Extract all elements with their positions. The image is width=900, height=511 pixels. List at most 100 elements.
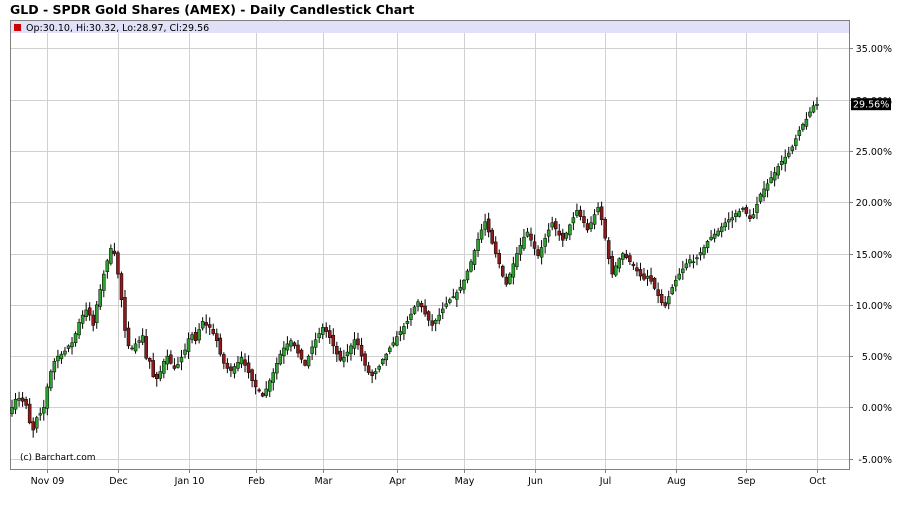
candle-body: [603, 219, 607, 239]
candle-body: [278, 353, 283, 365]
y-tick-label: 35.00%: [856, 44, 892, 55]
candle-body: [186, 338, 191, 352]
candle-body: [448, 299, 452, 303]
candle-body: [236, 362, 240, 369]
candle-body: [592, 214, 597, 225]
x-axis-labels: Nov 09 Dec Jan 10 Feb Mar Apr May Jun Jul Aug Sep O…: [31, 476, 826, 487]
candle: [123, 289, 127, 338]
candle-body: [190, 334, 194, 340]
candle-body: [34, 417, 39, 429]
candle-body: [144, 336, 148, 359]
candle-body: [723, 222, 727, 228]
candle-body: [656, 289, 660, 296]
candle-body: [677, 273, 682, 280]
chart-credit: (c) Barchart.com: [20, 453, 96, 463]
candle-body: [702, 247, 706, 255]
candle-body: [525, 231, 530, 237]
candle-body: [419, 303, 424, 308]
candle-body: [70, 342, 74, 348]
candle-body: [808, 111, 812, 117]
candle-body: [211, 329, 215, 334]
candle-body: [606, 240, 611, 259]
candle-body: [416, 301, 420, 307]
candle-body: [557, 230, 562, 236]
candle-body: [412, 306, 417, 314]
candle-body: [13, 398, 18, 410]
candle-body: [63, 350, 67, 355]
candle-body: [275, 363, 279, 374]
candle-body: [352, 339, 357, 349]
candle-body: [193, 331, 198, 342]
candle-body: [253, 379, 258, 388]
y-tick-label: 20.00%: [856, 198, 892, 209]
candle-body: [207, 324, 212, 328]
candle-body: [73, 333, 78, 343]
candle-body: [426, 311, 431, 321]
candle-body: [126, 327, 131, 347]
candle-body: [328, 330, 332, 338]
x-tick-label: Sep: [738, 476, 756, 487]
x-tick-label: Nov 09: [31, 476, 65, 487]
candle-body: [384, 353, 389, 361]
candle-body: [405, 321, 410, 324]
candle-body: [176, 364, 180, 368]
candle-body: [762, 188, 766, 198]
candle-body: [741, 208, 745, 210]
candle-body: [324, 327, 328, 332]
candle-body: [659, 294, 664, 304]
candle-body: [444, 303, 449, 307]
last-value-label: 29.56%: [853, 100, 889, 111]
candle-body: [772, 172, 777, 181]
legend-ohlc-text: Op:30.10, Hi:30.32, Lo:28.97, Cl:29.56: [26, 23, 209, 34]
candle-body: [218, 337, 223, 355]
candle-body: [790, 146, 795, 151]
legend-swatch: [14, 24, 21, 31]
candle-body: [260, 393, 265, 397]
candle-body: [737, 211, 742, 217]
candle-body: [373, 371, 378, 374]
candle-body: [730, 217, 735, 221]
candle-body: [652, 277, 657, 289]
candle-body: [66, 345, 71, 349]
y-tick-label: 0.00%: [862, 403, 892, 414]
candle-body: [229, 366, 233, 371]
x-tick-label: May: [455, 476, 475, 487]
candle-body: [169, 354, 173, 364]
candle: [508, 272, 512, 285]
candle-body: [550, 222, 554, 228]
candle-body: [614, 265, 618, 276]
candle-body: [45, 386, 50, 409]
candle-body: [490, 229, 494, 244]
candle-body: [423, 305, 427, 315]
candle-body: [388, 347, 392, 352]
candle-body: [94, 304, 99, 323]
candle-body: [17, 397, 21, 401]
candle-body: [130, 347, 134, 350]
candle-body: [437, 314, 441, 321]
candle-body: [402, 326, 406, 335]
candle-body: [483, 221, 487, 230]
candle-body: [109, 248, 113, 264]
candle-body: [303, 360, 307, 366]
candle-body: [529, 233, 533, 241]
candle-body: [734, 213, 738, 217]
candle-body: [331, 335, 336, 347]
candle-body: [638, 269, 643, 277]
candle-body: [518, 245, 523, 255]
candle-body: [462, 279, 466, 290]
candle-body: [458, 287, 463, 291]
candle-body: [511, 263, 516, 278]
candle-body: [409, 313, 413, 320]
candle-body: [469, 261, 473, 272]
candle-body: [380, 358, 385, 365]
candle-body: [508, 273, 512, 284]
candle-body: [440, 308, 445, 314]
candle-body: [801, 124, 805, 130]
candle-body: [624, 253, 629, 258]
candle-body: [91, 314, 95, 326]
candle-body: [709, 236, 713, 240]
candle-body: [147, 358, 152, 362]
candle-body: [289, 340, 293, 347]
candle-body: [726, 219, 731, 223]
candle-body: [363, 353, 367, 366]
